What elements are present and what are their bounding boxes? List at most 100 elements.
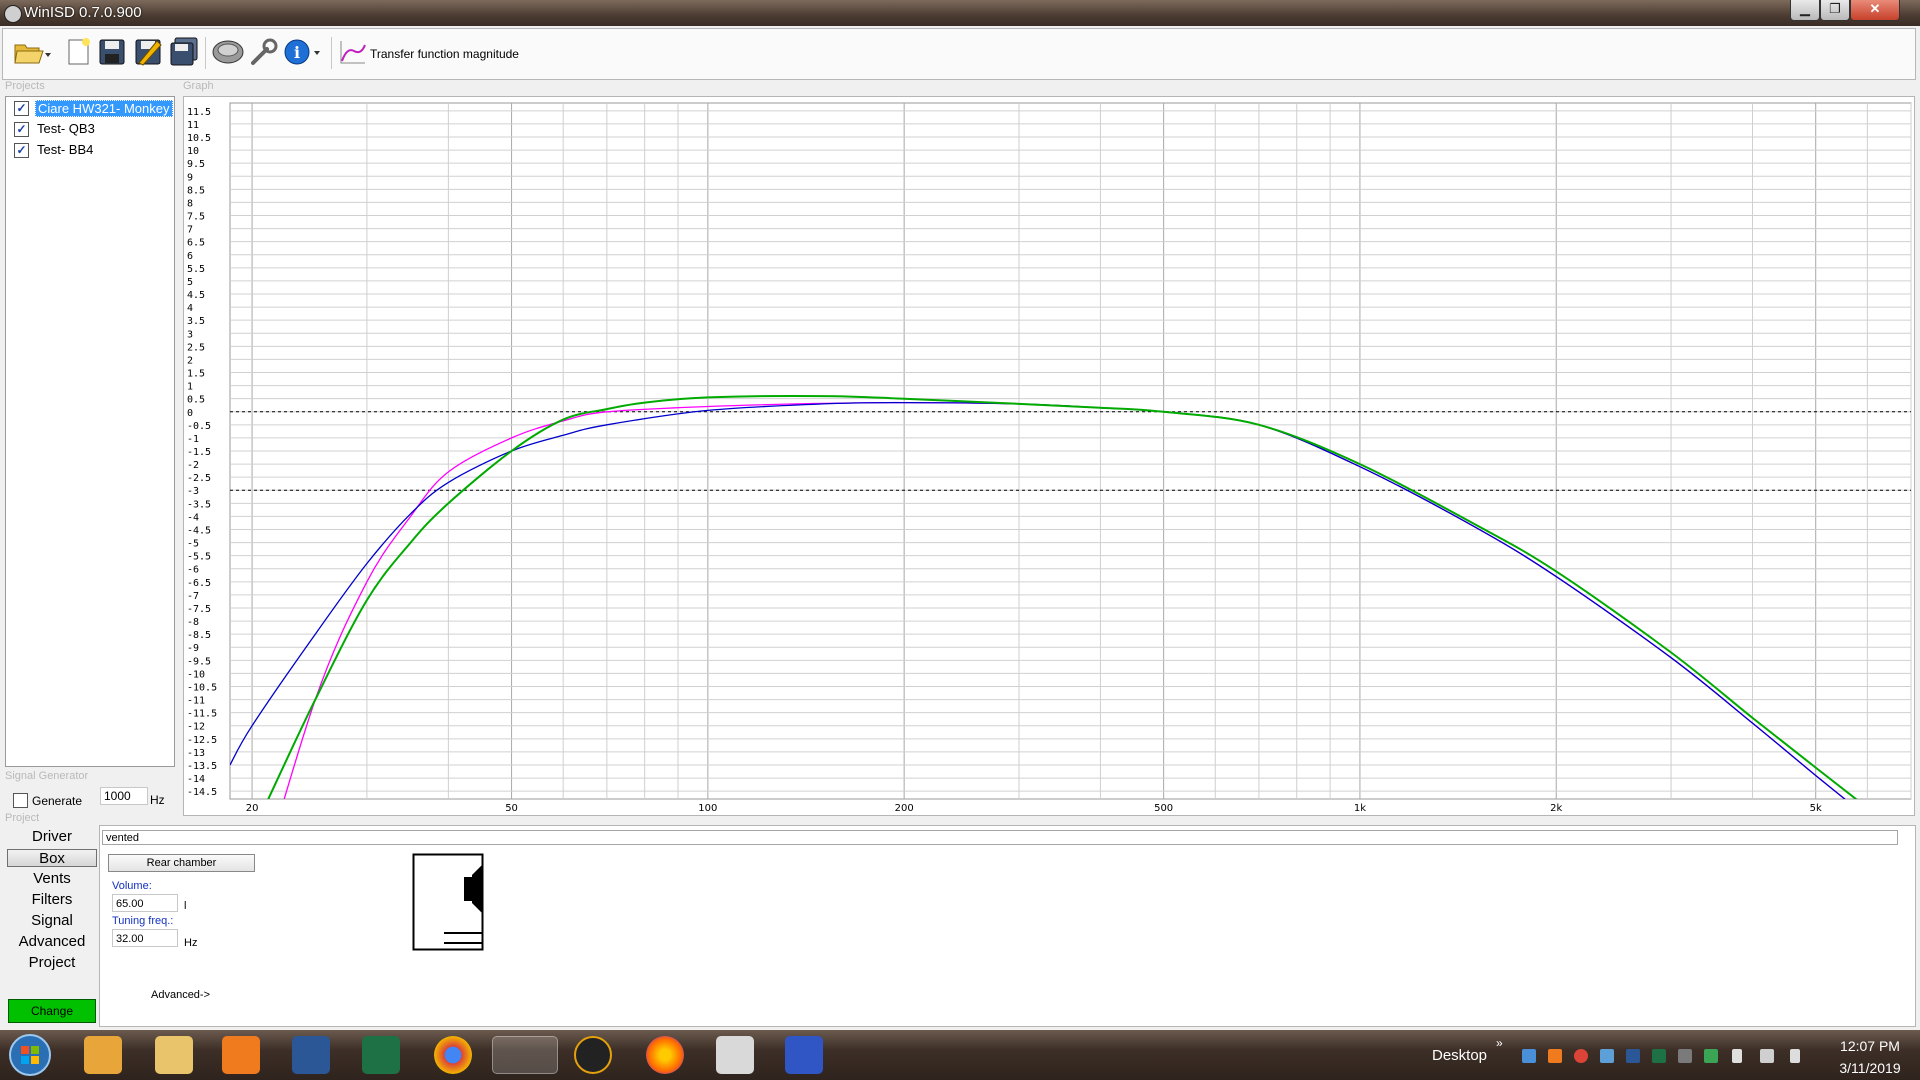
- transfer-function-icon[interactable]: [338, 37, 368, 67]
- winisd-app-icon[interactable]: [785, 1036, 823, 1074]
- project-item[interactable]: ✓ Ciare HW321- Monkey: [10, 99, 173, 117]
- y-tick-label: -2: [187, 460, 199, 471]
- generate-label: Generate: [32, 794, 83, 808]
- word-icon[interactable]: [292, 1036, 330, 1074]
- project-label: Test- QB3: [37, 121, 95, 136]
- box-type-field[interactable]: vented: [102, 830, 1898, 845]
- y-tick-label: -12: [187, 722, 205, 733]
- y-tick-label: 1.5: [187, 369, 205, 380]
- y-tick-label: -3: [187, 486, 199, 497]
- open-folder-icon[interactable]: [13, 37, 53, 67]
- toolbar: i Transfer function magnitude: [2, 28, 1916, 80]
- restore-button[interactable]: ❐: [1820, 0, 1850, 21]
- excel-icon[interactable]: [362, 1036, 400, 1074]
- change-button[interactable]: Change: [8, 999, 96, 1023]
- action-center-flag-icon[interactable]: [1790, 1049, 1800, 1063]
- clock-date[interactable]: 3/11/2019: [1830, 1060, 1910, 1076]
- tuning-frequency-input[interactable]: 32.00: [112, 929, 178, 947]
- info-icon[interactable]: i: [283, 37, 323, 67]
- y-tick-label: -7.5: [187, 604, 211, 615]
- save-as-icon[interactable]: [133, 37, 163, 67]
- y-tick-label: 5.5: [187, 264, 205, 275]
- y-tick-label: 9: [187, 172, 193, 183]
- advanced-link[interactable]: Advanced->: [151, 989, 210, 1001]
- close-button[interactable]: ✕: [1850, 0, 1900, 21]
- volume-icon[interactable]: [1732, 1049, 1742, 1063]
- nav-vents[interactable]: Vents: [7, 870, 97, 888]
- transfer-function-chart[interactable]: 11.51110.5109.598.587.576.565.554.543.53…: [184, 97, 1914, 815]
- svg-text:i: i: [294, 43, 300, 62]
- volume-label: Volume:: [112, 880, 152, 892]
- y-tick-label: 8.5: [187, 185, 205, 196]
- generator-frequency-input[interactable]: [100, 787, 148, 805]
- snipping-tool-icon[interactable]: [716, 1036, 754, 1074]
- y-tick-label: 6.5: [187, 238, 205, 249]
- y-tick-label: -10: [187, 669, 205, 680]
- save-icon[interactable]: [97, 37, 127, 67]
- y-tick-label: -9.5: [187, 656, 211, 667]
- clock-time[interactable]: 12:07 PM: [1830, 1038, 1910, 1054]
- firefox-icon[interactable]: [646, 1036, 684, 1074]
- file-explorer-icon[interactable]: [155, 1036, 193, 1074]
- project-item[interactable]: ✓ Test- BB4: [10, 141, 172, 159]
- start-button-icon[interactable]: [8, 1033, 52, 1077]
- minimize-button[interactable]: ▁: [1790, 0, 1820, 21]
- project-checkbox[interactable]: ✓: [14, 122, 29, 137]
- nav-advanced[interactable]: Advanced: [7, 933, 97, 951]
- tray-icon[interactable]: [1522, 1049, 1536, 1063]
- tray-icon[interactable]: [1652, 1049, 1666, 1063]
- nav-box[interactable]: Box: [7, 849, 97, 867]
- volume-input[interactable]: 65.00: [112, 894, 178, 912]
- nav-signal[interactable]: Signal: [7, 912, 97, 930]
- tray-icon[interactable]: [1600, 1049, 1614, 1063]
- speaker-icon[interactable]: [211, 37, 245, 67]
- box-panel: [99, 825, 1916, 1027]
- y-tick-label: -14: [187, 774, 205, 785]
- x-tick-label: 5k: [1810, 803, 1822, 814]
- generate-checkbox[interactable]: [13, 793, 28, 808]
- volume-unit: l: [184, 900, 187, 912]
- tray-icon[interactable]: [1704, 1049, 1718, 1063]
- media-player-icon[interactable]: [222, 1036, 260, 1074]
- nav-project[interactable]: Project: [7, 954, 97, 972]
- winisd-taskbar-icon[interactable]: [492, 1036, 558, 1074]
- projects-list[interactable]: ✓ Ciare HW321- Monkey ✓ Test- QB3 ✓ Test…: [5, 96, 175, 767]
- x-tick-label: 500: [1154, 803, 1173, 814]
- box-diagram: [412, 853, 484, 951]
- new-file-icon[interactable]: [63, 37, 93, 67]
- x-tick-label: 200: [895, 803, 914, 814]
- chrome-icon[interactable]: [434, 1036, 472, 1074]
- project-checkbox[interactable]: ✓: [14, 143, 29, 158]
- desktop-chevron-icon[interactable]: »: [1496, 1036, 1503, 1050]
- wrench-icon[interactable]: [249, 37, 279, 67]
- save-all-icon[interactable]: [169, 37, 199, 67]
- tray-icon[interactable]: [1626, 1049, 1640, 1063]
- y-tick-label: 0.5: [187, 395, 205, 406]
- nav-filters[interactable]: Filters: [7, 891, 97, 909]
- y-tick-label: -12.5: [187, 735, 217, 746]
- y-tick-label: 0: [187, 408, 193, 419]
- project-checkbox[interactable]: ✓: [14, 101, 29, 116]
- signal-generator-group-label: Signal Generator: [5, 770, 89, 782]
- y-tick-label: -8: [187, 617, 199, 628]
- outlook-icon[interactable]: [84, 1036, 122, 1074]
- y-tick-label: -5.5: [187, 552, 211, 563]
- tab-transfer-function-magnitude[interactable]: Transfer function magnitude: [370, 47, 519, 61]
- rear-chamber-button[interactable]: Rear chamber: [108, 854, 255, 872]
- tray-icon[interactable]: [1574, 1049, 1588, 1063]
- project-item[interactable]: ✓ Test- QB3: [10, 120, 172, 138]
- nav-driver[interactable]: Driver: [7, 828, 97, 846]
- y-tick-label: 2.5: [187, 342, 205, 353]
- plex-icon[interactable]: [574, 1036, 612, 1074]
- desktop-toolbar-label[interactable]: Desktop: [1432, 1047, 1487, 1064]
- projects-group-label: Projects: [5, 80, 45, 92]
- x-tick-label: 50: [505, 803, 518, 814]
- generator-frequency-unit: Hz: [150, 793, 165, 807]
- tray-icon[interactable]: [1678, 1049, 1692, 1063]
- y-tick-label: -4: [187, 512, 199, 523]
- project-group-label: Project: [5, 812, 40, 824]
- y-tick-label: 10: [187, 146, 199, 157]
- network-icon[interactable]: [1760, 1049, 1774, 1063]
- y-tick-label: -11: [187, 696, 205, 707]
- tray-icon[interactable]: [1548, 1049, 1562, 1063]
